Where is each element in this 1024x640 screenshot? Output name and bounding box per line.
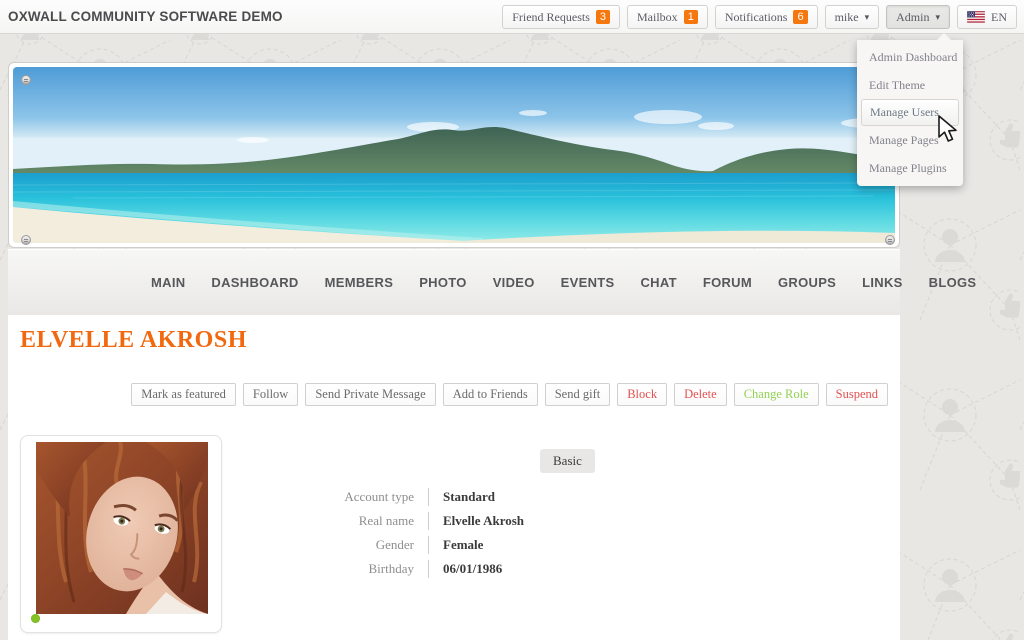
send-gift-button[interactable]: Send gift [545,383,610,406]
nav-item-chat[interactable]: CHAT [627,275,689,290]
nav-item-blogs[interactable]: BLOGS [916,275,990,290]
add-to-friends-button[interactable]: Add to Friends [443,383,538,406]
profile-info-table: Account type Standard Real name Elvelle … [128,485,524,581]
delete-button[interactable]: Delete [674,383,727,406]
mark-as-featured-button[interactable]: Mark as featured [131,383,236,406]
nav-item-video[interactable]: VIDEO [480,275,548,290]
site-title: OXWALL COMMUNITY SOFTWARE DEMO [8,9,283,24]
profile-action-buttons: Mark as featured Follow Send Private Mes… [131,383,888,406]
notifications-badge: 6 [793,10,807,24]
beach-panorama-image [13,67,895,243]
chevron-down-icon: ▾ [935,12,940,23]
admin-menu-button[interactable]: Admin ▾ [886,5,950,29]
profile-content: ELVELLE AKROSH Mark as featured Follow S… [8,315,900,640]
field-label: Gender [128,537,428,553]
screw-icon [885,235,895,245]
friend-requests-button[interactable]: Friend Requests 3 [502,5,620,29]
screw-icon [21,235,31,245]
table-row: Birthday 06/01/1986 [128,557,524,581]
menu-item-edit-theme[interactable]: Edit Theme [857,71,963,99]
change-role-button[interactable]: Change Role [734,383,819,406]
page-title: ELVELLE AKROSH [20,327,247,354]
field-value: Elvelle Akrosh [428,512,524,530]
suspend-button[interactable]: Suspend [826,383,888,406]
field-value: Female [428,536,483,554]
field-label: Birthday [128,561,428,577]
mailbox-badge: 1 [684,10,698,24]
field-value: 06/01/1986 [428,560,502,578]
us-flag-icon [967,11,985,23]
notifications-button[interactable]: Notifications 6 [715,5,818,29]
mouse-cursor-icon [936,114,960,144]
screw-icon [21,75,31,85]
nav-item-members[interactable]: MEMBERS [312,275,407,290]
user-menu-label: mike [835,10,859,25]
tab-basic[interactable]: Basic [540,449,595,473]
nav-item-groups[interactable]: GROUPS [765,275,849,290]
nav-item-forum[interactable]: FORUM [690,275,765,290]
top-bar: OXWALL COMMUNITY SOFTWARE DEMO Friend Re… [0,0,1024,34]
admin-dropdown-menu: Admin Dashboard Edit Theme Manage Users … [857,40,963,186]
language-label: EN [991,10,1007,25]
cover-banner [8,62,900,248]
follow-button[interactable]: Follow [243,383,298,406]
field-label: Real name [128,513,428,529]
nav-item-photo[interactable]: PHOTO [406,275,480,290]
nav-item-dashboard[interactable]: DASHBOARD [198,275,311,290]
user-menu-button[interactable]: mike ▾ [825,5,880,29]
topbar-actions: Friend Requests 3 Mailbox 1 Notification… [502,5,1017,29]
mailbox-label: Mailbox [637,10,678,25]
table-row: Real name Elvelle Akrosh [128,509,524,533]
language-button[interactable]: EN [957,5,1017,29]
notifications-label: Notifications [725,10,788,25]
send-private-message-button[interactable]: Send Private Message [305,383,435,406]
friend-requests-badge: 3 [596,10,610,24]
table-row: Account type Standard [128,485,524,509]
block-button[interactable]: Block [617,383,667,406]
admin-menu-label: Admin [896,10,929,25]
table-row: Gender Female [128,533,524,557]
mailbox-button[interactable]: Mailbox 1 [627,5,708,29]
friend-requests-label: Friend Requests [512,10,590,25]
online-status-dot [31,614,40,623]
nav-item-main[interactable]: MAIN [138,275,198,290]
main-nav: MAIN DASHBOARD MEMBERS PHOTO VIDEO EVENT… [8,249,900,315]
nav-item-links[interactable]: LINKS [849,275,916,290]
nav-item-events[interactable]: EVENTS [548,275,628,290]
chevron-down-icon: ▾ [865,12,870,23]
menu-item-admin-dashboard[interactable]: Admin Dashboard [857,43,963,71]
field-value: Standard [428,488,495,506]
menu-item-manage-plugins[interactable]: Manage Plugins [857,154,963,182]
field-label: Account type [128,489,428,505]
